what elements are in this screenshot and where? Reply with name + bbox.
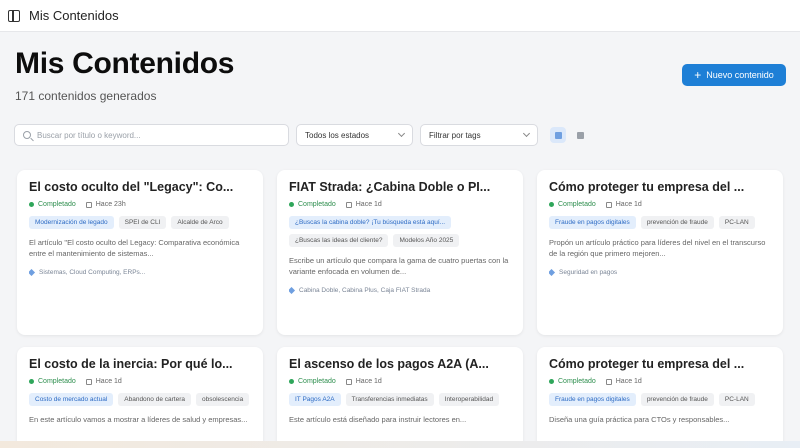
status-dot-icon [29, 379, 34, 384]
sidebar-toggle-icon[interactable] [8, 9, 20, 22]
tag-chip[interactable]: Fraude en pagos digitales [549, 393, 636, 406]
top-bar: Mis Contenidos [0, 0, 800, 32]
tag-chip[interactable]: ¿Buscas las ideas del cliente? [289, 234, 389, 247]
card-date: Hace 23h [85, 201, 126, 208]
card-date: Hace 1d [345, 378, 382, 385]
status-badge: Completado [549, 201, 596, 208]
tag-chip[interactable]: Costo de mercado actual [29, 393, 114, 406]
calendar-icon [605, 378, 612, 385]
status-dot-icon [29, 202, 34, 207]
tag-chip[interactable]: Alcalde de Arco [171, 216, 229, 229]
content-card[interactable]: El costo de la inercia: Por qué lo... Co… [17, 347, 263, 448]
page-title: Mis Contenidos [15, 47, 235, 80]
content-card[interactable]: El ascenso de los pagos A2A (A... Comple… [277, 347, 523, 448]
status-filter-select[interactable]: Todos los estados [296, 124, 413, 146]
search-input[interactable]: Buscar por título o keyword... [14, 124, 289, 146]
pencil-icon [289, 287, 296, 294]
card-keywords: Cabina Doble, Cabina Plus, Caja FIAT Str… [289, 287, 511, 294]
plus-icon: + [694, 68, 702, 82]
card-description: Propón un artículo práctico para líderes… [549, 238, 766, 258]
status-dot-icon [289, 202, 294, 207]
tag-chip[interactable]: Abandono de cartera [118, 393, 191, 406]
card-description: Diseña una guía práctica para CTOs y res… [549, 415, 730, 424]
content-card[interactable]: FIAT Strada: ¿Cabina Doble o PI... Compl… [277, 170, 523, 335]
tag-chip[interactable]: ¿Buscas la cabina doble? ¡Tu búsqueda es… [289, 216, 452, 229]
pencil-icon [29, 269, 36, 276]
status-filter-value: Todos los estados [305, 130, 370, 140]
calendar-icon [85, 378, 92, 385]
status-dot-icon [549, 379, 554, 384]
search-icon [23, 131, 31, 139]
card-date: Hace 1d [605, 378, 642, 385]
card-date: Hace 1d [605, 201, 642, 208]
tag-chip[interactable]: obsolescencia [195, 393, 250, 406]
content-count: 171 contenidos generados [15, 89, 157, 103]
content-card[interactable]: El costo oculto del "Legacy": Co... Comp… [17, 170, 263, 335]
list-icon [576, 131, 584, 139]
app-title: Mis Contenidos [29, 8, 119, 23]
status-badge: Completado [289, 201, 336, 208]
card-title: El costo oculto del "Legacy": Co... [29, 180, 234, 194]
card-title: El ascenso de los pagos A2A (A... [289, 357, 489, 371]
status-dot-icon [289, 379, 294, 384]
tag-chip[interactable]: prevención de fraude [640, 216, 714, 229]
status-badge: Completado [289, 378, 336, 385]
status-badge: Completado [29, 201, 76, 208]
card-date: Hace 1d [85, 378, 122, 385]
list-view-button[interactable] [572, 127, 588, 143]
card-date: Hace 1d [345, 201, 382, 208]
card-description: Este artículo está diseñado para instrui… [289, 415, 467, 424]
card-title: Cómo proteger tu empresa del ... [549, 180, 745, 194]
tag-chip[interactable]: PC-LAN [718, 216, 755, 229]
calendar-icon [345, 378, 352, 385]
status-badge: Completado [549, 378, 596, 385]
status-dot-icon [549, 202, 554, 207]
card-keywords: Sistemas, Cloud Computing, ERPs... [29, 269, 251, 276]
card-description: Escribe un artículo que compara la gama … [289, 256, 509, 276]
tag-chip[interactable]: Modelos Año 2025 [393, 234, 460, 247]
card-keywords: Seguridad en pagos [549, 269, 771, 276]
new-content-label: Nuevo contenido [706, 70, 774, 80]
tag-chip[interactable]: IT Pagos A2A [289, 393, 341, 406]
tag-filter-value: Filtrar por tags [429, 130, 481, 140]
chevron-down-icon [522, 129, 531, 138]
tag-filter-select[interactable]: Filtrar por tags [420, 124, 538, 146]
card-description: El artículo "El costo oculto del Legacy:… [29, 238, 240, 258]
grid-view-button[interactable] [550, 127, 566, 143]
new-content-button[interactable]: + Nuevo contenido [682, 64, 786, 86]
calendar-icon [85, 201, 92, 208]
calendar-icon [605, 201, 612, 208]
bottom-decoration [0, 441, 800, 448]
card-title: Cómo proteger tu empresa del ... [549, 357, 745, 371]
tag-chip[interactable]: SPEI de CLI [118, 216, 167, 229]
pencil-icon [549, 269, 556, 276]
tag-chip[interactable]: Modernización de legado [29, 216, 114, 229]
grid-icon [554, 131, 562, 139]
card-description: En este artículo vamos a mostrar a líder… [29, 415, 248, 424]
calendar-icon [345, 201, 352, 208]
status-badge: Completado [29, 378, 76, 385]
card-title: El costo de la inercia: Por qué lo... [29, 357, 233, 371]
content-card[interactable]: Cómo proteger tu empresa del ... Complet… [537, 347, 783, 448]
search-placeholder: Buscar por título o keyword... [37, 130, 141, 140]
content-card[interactable]: Cómo proteger tu empresa del ... Complet… [537, 170, 783, 335]
tag-chip[interactable]: Interoperabilidad [438, 393, 500, 406]
tag-chip[interactable]: prevención de fraude [640, 393, 714, 406]
tag-chip[interactable]: PC-LAN [718, 393, 755, 406]
card-title: FIAT Strada: ¿Cabina Doble o PI... [289, 180, 491, 194]
tag-chip[interactable]: Transferencias inmediatas [345, 393, 434, 406]
tag-chip[interactable]: Fraude en pagos digitales [549, 216, 636, 229]
chevron-down-icon [397, 129, 406, 138]
